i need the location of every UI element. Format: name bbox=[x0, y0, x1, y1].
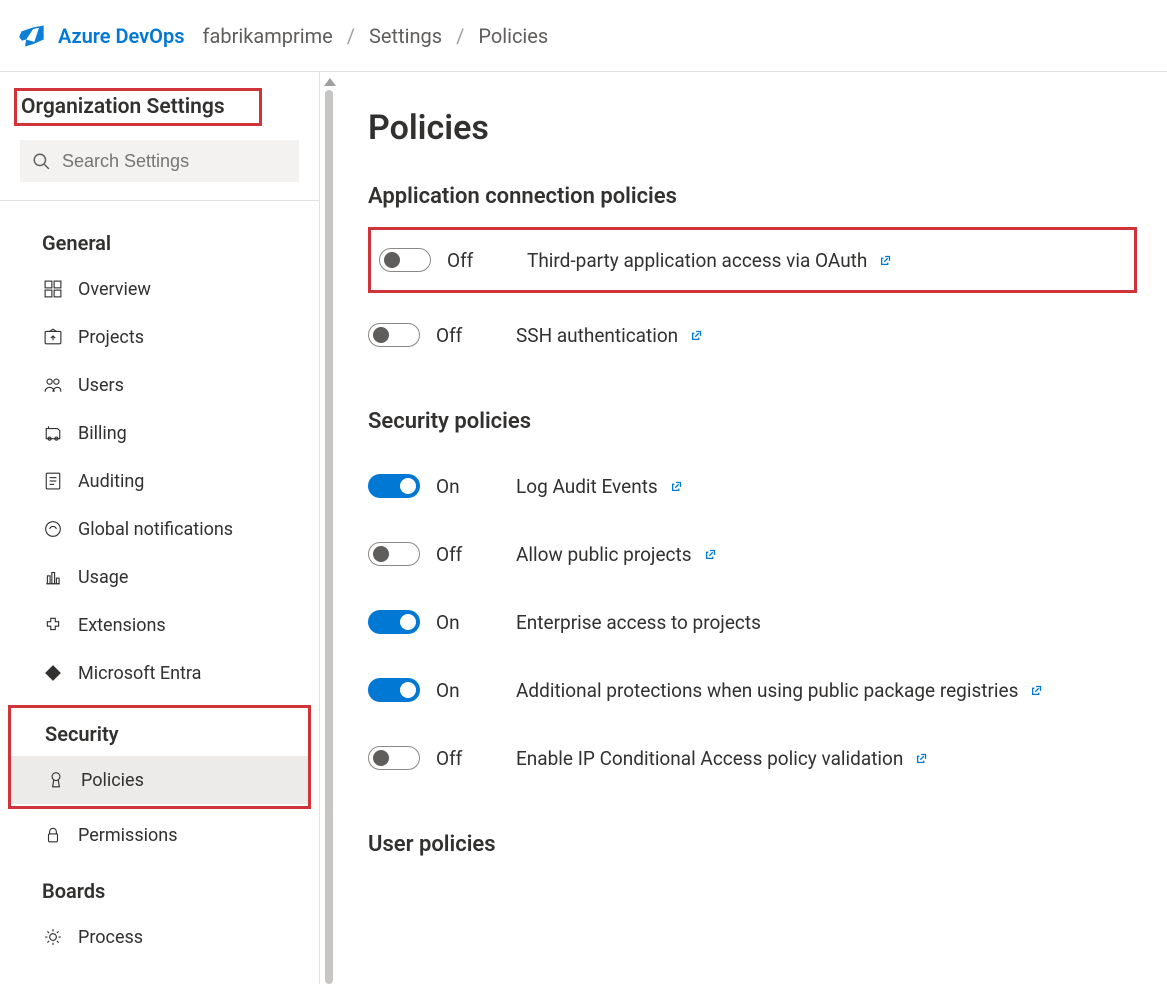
sidebar-item-overview[interactable]: Overview bbox=[0, 265, 319, 313]
sidebar-item-label: Extensions bbox=[78, 615, 166, 636]
brand-link[interactable]: Azure DevOps bbox=[58, 24, 185, 48]
auditing-icon bbox=[42, 470, 64, 492]
sidebar-item-label: Usage bbox=[78, 567, 128, 588]
sidebar-item-label: Auditing bbox=[78, 471, 144, 492]
link-icon[interactable] bbox=[668, 477, 686, 495]
sidebar-item-label: Policies bbox=[81, 770, 144, 791]
policy-label: Enable IP Conditional Access policy vali… bbox=[516, 747, 903, 770]
toggle-package-registries[interactable] bbox=[368, 678, 420, 702]
main-content: Policies Application connection policies… bbox=[338, 72, 1167, 984]
toggle-state: Off bbox=[436, 747, 516, 770]
section-title-app-connection: Application connection policies bbox=[368, 184, 1137, 209]
sidebar-item-projects[interactable]: Projects bbox=[0, 313, 319, 361]
azure-devops-logo-icon bbox=[18, 22, 46, 50]
breadcrumb-policies[interactable]: Policies bbox=[478, 24, 548, 48]
sidebar-item-permissions[interactable]: Permissions bbox=[0, 811, 319, 859]
link-icon[interactable] bbox=[688, 326, 706, 344]
section-title-security: Security policies bbox=[368, 409, 1137, 434]
sidebar-group-boards: Boards bbox=[0, 859, 319, 913]
sidebar-item-process[interactable]: Process bbox=[0, 913, 319, 961]
sidebar-scrollbar[interactable] bbox=[320, 72, 338, 984]
link-icon[interactable] bbox=[702, 545, 720, 563]
sidebar-item-label: Process bbox=[78, 927, 143, 948]
sidebar-title: Organization Settings bbox=[17, 91, 259, 123]
breadcrumb-sep: / bbox=[347, 24, 355, 48]
toggle-ssh[interactable] bbox=[368, 323, 420, 347]
section-title-user: User policies bbox=[368, 832, 1137, 857]
breadcrumb-sep: / bbox=[456, 24, 464, 48]
sidebar-group-general: General bbox=[0, 211, 319, 265]
sidebar-item-label: Global notifications bbox=[78, 519, 233, 540]
search-icon bbox=[32, 152, 50, 170]
sidebar-item-label: Projects bbox=[78, 327, 144, 348]
policy-label: Log Audit Events bbox=[516, 475, 658, 498]
sidebar-item-auditing[interactable]: Auditing bbox=[0, 457, 319, 505]
usage-icon bbox=[42, 566, 64, 588]
permissions-icon bbox=[42, 824, 64, 846]
sidebar-item-users[interactable]: Users bbox=[0, 361, 319, 409]
sidebar-group-security: Security bbox=[11, 710, 308, 756]
breadcrumb-settings[interactable]: Settings bbox=[369, 24, 442, 48]
policy-label: SSH authentication bbox=[516, 324, 678, 347]
policy-label: Enterprise access to projects bbox=[516, 611, 761, 634]
page-title: Policies bbox=[368, 108, 1137, 148]
sidebar-item-billing[interactable]: Billing bbox=[0, 409, 319, 457]
sidebar: Organization Settings General Overview P… bbox=[0, 72, 320, 984]
policy-label: Third-party application access via OAuth bbox=[527, 249, 867, 272]
breadcrumb-org[interactable]: fabrikamprime bbox=[203, 24, 333, 48]
projects-icon bbox=[42, 326, 64, 348]
divider bbox=[0, 200, 319, 201]
toggle-state: Off bbox=[436, 324, 516, 347]
entra-icon bbox=[42, 662, 64, 684]
policy-label: Allow public projects bbox=[516, 543, 692, 566]
sidebar-item-label: Users bbox=[78, 375, 124, 396]
sidebar-item-label: Overview bbox=[78, 279, 151, 300]
link-icon[interactable] bbox=[1028, 681, 1046, 699]
header: Azure DevOps fabrikamprime / Settings / … bbox=[0, 0, 1167, 72]
overview-icon bbox=[42, 278, 64, 300]
users-icon bbox=[42, 374, 64, 396]
sidebar-item-global-notifications[interactable]: Global notifications bbox=[0, 505, 319, 553]
extensions-icon bbox=[42, 614, 64, 636]
search-settings-input[interactable] bbox=[20, 140, 299, 182]
sidebar-item-extensions[interactable]: Extensions bbox=[0, 601, 319, 649]
toggle-ip-conditional[interactable] bbox=[368, 746, 420, 770]
toggle-public-projects[interactable] bbox=[368, 542, 420, 566]
policy-label: Additional protections when using public… bbox=[516, 679, 1018, 702]
toggle-state: Off bbox=[447, 249, 527, 272]
sidebar-item-microsoft-entra[interactable]: Microsoft Entra bbox=[0, 649, 319, 697]
sidebar-item-label: Billing bbox=[78, 423, 127, 444]
sidebar-item-label: Permissions bbox=[78, 825, 178, 846]
process-icon bbox=[42, 926, 64, 948]
sidebar-item-usage[interactable]: Usage bbox=[0, 553, 319, 601]
sidebar-item-policies[interactable]: Policies bbox=[11, 756, 308, 804]
toggle-state: Off bbox=[436, 543, 516, 566]
highlight-oauth-policy: Off Third-party application access via O… bbox=[368, 227, 1137, 293]
search-settings-field[interactable] bbox=[60, 150, 287, 173]
toggle-audit[interactable] bbox=[368, 474, 420, 498]
sidebar-item-label: Microsoft Entra bbox=[78, 663, 201, 684]
policies-icon bbox=[45, 769, 67, 791]
toggle-state: On bbox=[436, 679, 516, 702]
toggle-state: On bbox=[436, 611, 516, 634]
link-icon[interactable] bbox=[913, 749, 931, 767]
notifications-icon bbox=[42, 518, 64, 540]
billing-icon bbox=[42, 422, 64, 444]
toggle-oauth[interactable] bbox=[379, 248, 431, 272]
link-icon[interactable] bbox=[877, 251, 895, 269]
toggle-state: On bbox=[436, 475, 516, 498]
toggle-enterprise-access[interactable] bbox=[368, 610, 420, 634]
